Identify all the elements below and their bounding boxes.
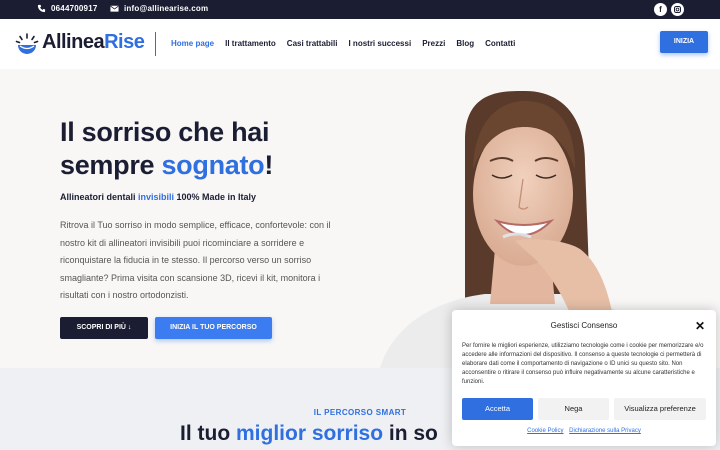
logo[interactable]: AllineaRise	[15, 31, 145, 54]
logo-sunrise-icon	[15, 32, 39, 54]
hero-title-exclaim: !	[264, 150, 274, 180]
hero-subtitle-post: 100% Made in Italy	[174, 192, 257, 202]
scopri-button[interactable]: SCOPRI DI PIÙ ↓	[60, 317, 148, 339]
facebook-icon[interactable]: f	[654, 3, 667, 16]
section-title: Il tuo miglior sorriso in so	[180, 422, 438, 446]
hero-subtitle-highlight: invisibili	[138, 192, 175, 202]
cookie-title: Gestisci Consenso	[550, 321, 618, 330]
email-contact[interactable]: info@allinearise.com	[110, 4, 208, 13]
hero-description: Ritrova il Tuo sorriso in modo semplice,…	[60, 220, 331, 300]
nav-trattamento[interactable]: Il trattamento	[225, 39, 276, 48]
hero-title-line1: Il sorriso che hai	[60, 117, 270, 147]
nav-casi-trattabili[interactable]: Casi trattabili	[287, 39, 338, 48]
nav-prezzi[interactable]: Prezzi	[422, 39, 445, 48]
inizia-button[interactable]: INIZIA	[660, 31, 708, 53]
cookie-policy-link[interactable]: Cookie Policy	[527, 428, 563, 434]
phone-number: 0644700917	[51, 4, 98, 13]
hero-subtitle: Allineatori dentali invisibili 100% Made…	[60, 192, 256, 202]
section-title-highlight: miglior sorriso	[236, 422, 384, 445]
hero-subtitle-pre: Allineatori dentali	[60, 192, 139, 202]
cookie-consent-dialog: Gestisci Consenso ✕ Per fornire le migli…	[452, 310, 716, 446]
nav-blog[interactable]: Blog	[456, 39, 474, 48]
mail-icon	[110, 5, 119, 12]
nav-home[interactable]: Home page	[171, 39, 214, 48]
logo-text: AllineaRise	[42, 31, 145, 54]
nav-successi[interactable]: I nostri successi	[348, 39, 411, 48]
top-bar: 0644700917 info@allinearise.com f	[0, 0, 720, 19]
main-nav: Home page Il trattamento Casi trattabili…	[171, 39, 515, 48]
site-header: AllineaRise Home page Il trattamento Cas…	[0, 19, 720, 69]
phone-icon	[37, 4, 46, 13]
close-icon[interactable]: ✕	[695, 319, 705, 333]
inizia-percorso-button[interactable]: INIZIA IL TUO PERCORSO	[155, 317, 272, 339]
section-title-pre: Il tuo	[180, 422, 236, 445]
cookie-text: Per fornire le migliori esperienze, util…	[462, 343, 704, 385]
hero-title-line2: sempre	[60, 150, 162, 180]
hero-title: Il sorriso che hai sempre sognato!	[60, 116, 273, 182]
phone-contact[interactable]: 0644700917	[37, 4, 98, 13]
hero-title-highlight: sognato	[161, 150, 265, 180]
nav-contatti[interactable]: Contatti	[485, 39, 515, 48]
section-title-post: in so	[383, 422, 438, 445]
logo-text-rise: Rise	[104, 31, 145, 53]
logo-text-allinea: Allinea	[42, 31, 105, 53]
preferences-button[interactable]: Visualizza preferenze	[614, 398, 706, 420]
logo-divider	[155, 32, 156, 56]
email-address: info@allinearise.com	[124, 4, 209, 13]
instagram-icon[interactable]	[671, 3, 684, 16]
cookie-links: Cookie Policy Dichiarazione sulla Privac…	[452, 428, 716, 434]
accept-button[interactable]: Accetta	[462, 398, 533, 420]
deny-button[interactable]: Nega	[538, 398, 609, 420]
privacy-link[interactable]: Dichiarazione sulla Privacy	[569, 428, 641, 434]
